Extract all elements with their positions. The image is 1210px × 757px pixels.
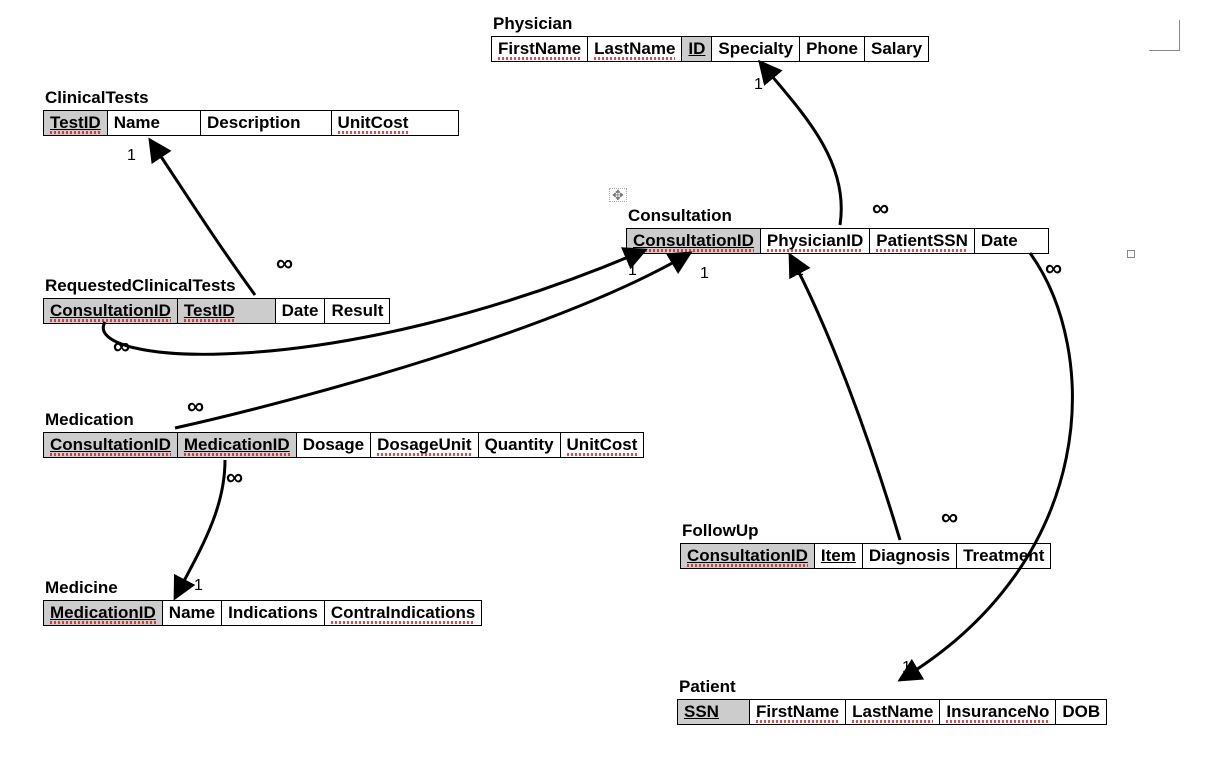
fields-row: SSN FirstName LastName InsuranceNo DOB [677,699,1107,725]
entity-patient: Patient SSN FirstName LastName Insurance… [677,677,1107,725]
field-physicianid: PhysicianID [761,229,870,253]
fields-row: ConsultationID MedicationID Dosage Dosag… [43,432,644,458]
card-1-medicine: 1 [194,577,203,595]
entity-name: ClinicalTests [43,88,459,108]
field-dosageunit: DosageUnit [371,433,478,457]
card-1-consultation-left: 1 [628,262,637,280]
entity-name: RequestedClinicalTests [43,276,390,296]
field-consultationid: ConsultationID [627,229,761,253]
field-dosage: Dosage [297,433,371,457]
card-1-clinicaltests: 1 [127,147,136,165]
fields-row: ConsultationID PhysicianID PatientSSN Da… [626,228,1049,254]
field-lastname: LastName [588,37,682,61]
field-dob: DOB [1056,700,1106,724]
field-ssn: SSN [678,700,750,724]
card-1-cons-phys: 1 [795,262,804,280]
resize-handle-icon[interactable] [1127,250,1135,258]
field-lastname: LastName [846,700,940,724]
field-medicationid: MedicationID [44,601,163,625]
card-inf-reqclin: ∞ [276,250,293,278]
card-inf-medication: ∞ [187,393,204,421]
field-unitcost: UnitCost [332,111,459,135]
entity-name: Patient [677,677,1107,697]
field-patientssn: PatientSSN [870,229,975,253]
field-id: ID [682,37,712,61]
fields-row: MedicationID Name Indications ContraIndi… [43,600,482,626]
entity-followup: FollowUp ConsultationID Item Diagnosis T… [680,521,1051,569]
entity-medication: Medication ConsultationID MedicationID D… [43,410,644,458]
field-unitcost: UnitCost [561,433,644,457]
field-date: Date [276,299,326,323]
card-inf-medicine: ∞ [226,464,243,492]
field-firstname: FirstName [492,37,588,61]
card-1-patient: 1 [902,659,911,677]
fields-row: FirstName LastName ID Specialty Phone Sa… [491,36,929,62]
field-firstname: FirstName [750,700,846,724]
field-treatment: Treatment [957,544,1050,568]
field-consultationid: ConsultationID [681,544,815,568]
entity-medicine: Medicine MedicationID Name Indications C… [43,578,482,626]
entity-name: Medicine [43,578,482,598]
field-consultationid: ConsultationID [44,299,178,323]
card-inf-reqclin-cons: ∞ [113,333,130,361]
card-inf-patient: ∞ [1045,255,1062,283]
field-salary: Salary [865,37,928,61]
field-specialty: Specialty [712,37,800,61]
entity-physician: Physician FirstName LastName ID Specialt… [491,14,929,62]
field-contraindications: ContraIndications [325,601,482,625]
fields-row: TestID Name Description UnitCost [43,110,459,136]
field-name: Name [108,111,201,135]
move-handle-icon[interactable]: ✥ [609,188,627,202]
entity-clinicaltests: ClinicalTests TestID Name Description Un… [43,88,459,136]
entity-name: Physician [491,14,929,34]
field-result: Result [325,299,389,323]
card-1-consultation-med: 1 [700,265,709,283]
entity-consultation: Consultation ConsultationID PhysicianID … [626,206,1049,254]
field-item: Item [815,544,863,568]
page-corner-mark [1149,20,1180,51]
card-inf-cons-phys: ∞ [872,195,889,223]
field-insuranceno: InsuranceNo [940,700,1056,724]
fields-row: ConsultationID TestID Date Result [43,298,390,324]
entity-name: Medication [43,410,644,430]
fields-row: ConsultationID Item Diagnosis Treatment [680,543,1051,569]
field-indications: Indications [222,601,325,625]
field-testid: TestID [44,111,108,135]
field-consultationid: ConsultationID [44,433,178,457]
entity-requestedclinicaltests: RequestedClinicalTests ConsultationID Te… [43,276,390,324]
field-quantity: Quantity [479,433,561,457]
field-phone: Phone [800,37,865,61]
field-date: Date [975,229,1048,253]
field-description: Description [201,111,332,135]
entity-name: FollowUp [680,521,1051,541]
field-diagnosis: Diagnosis [863,544,957,568]
field-name: Name [163,601,222,625]
card-1-physician: 1 [754,76,763,94]
field-testid: TestID [178,299,276,323]
card-inf-followup: ∞ [941,504,958,532]
entity-name: Consultation [626,206,1049,226]
field-medicationid: MedicationID [178,433,297,457]
